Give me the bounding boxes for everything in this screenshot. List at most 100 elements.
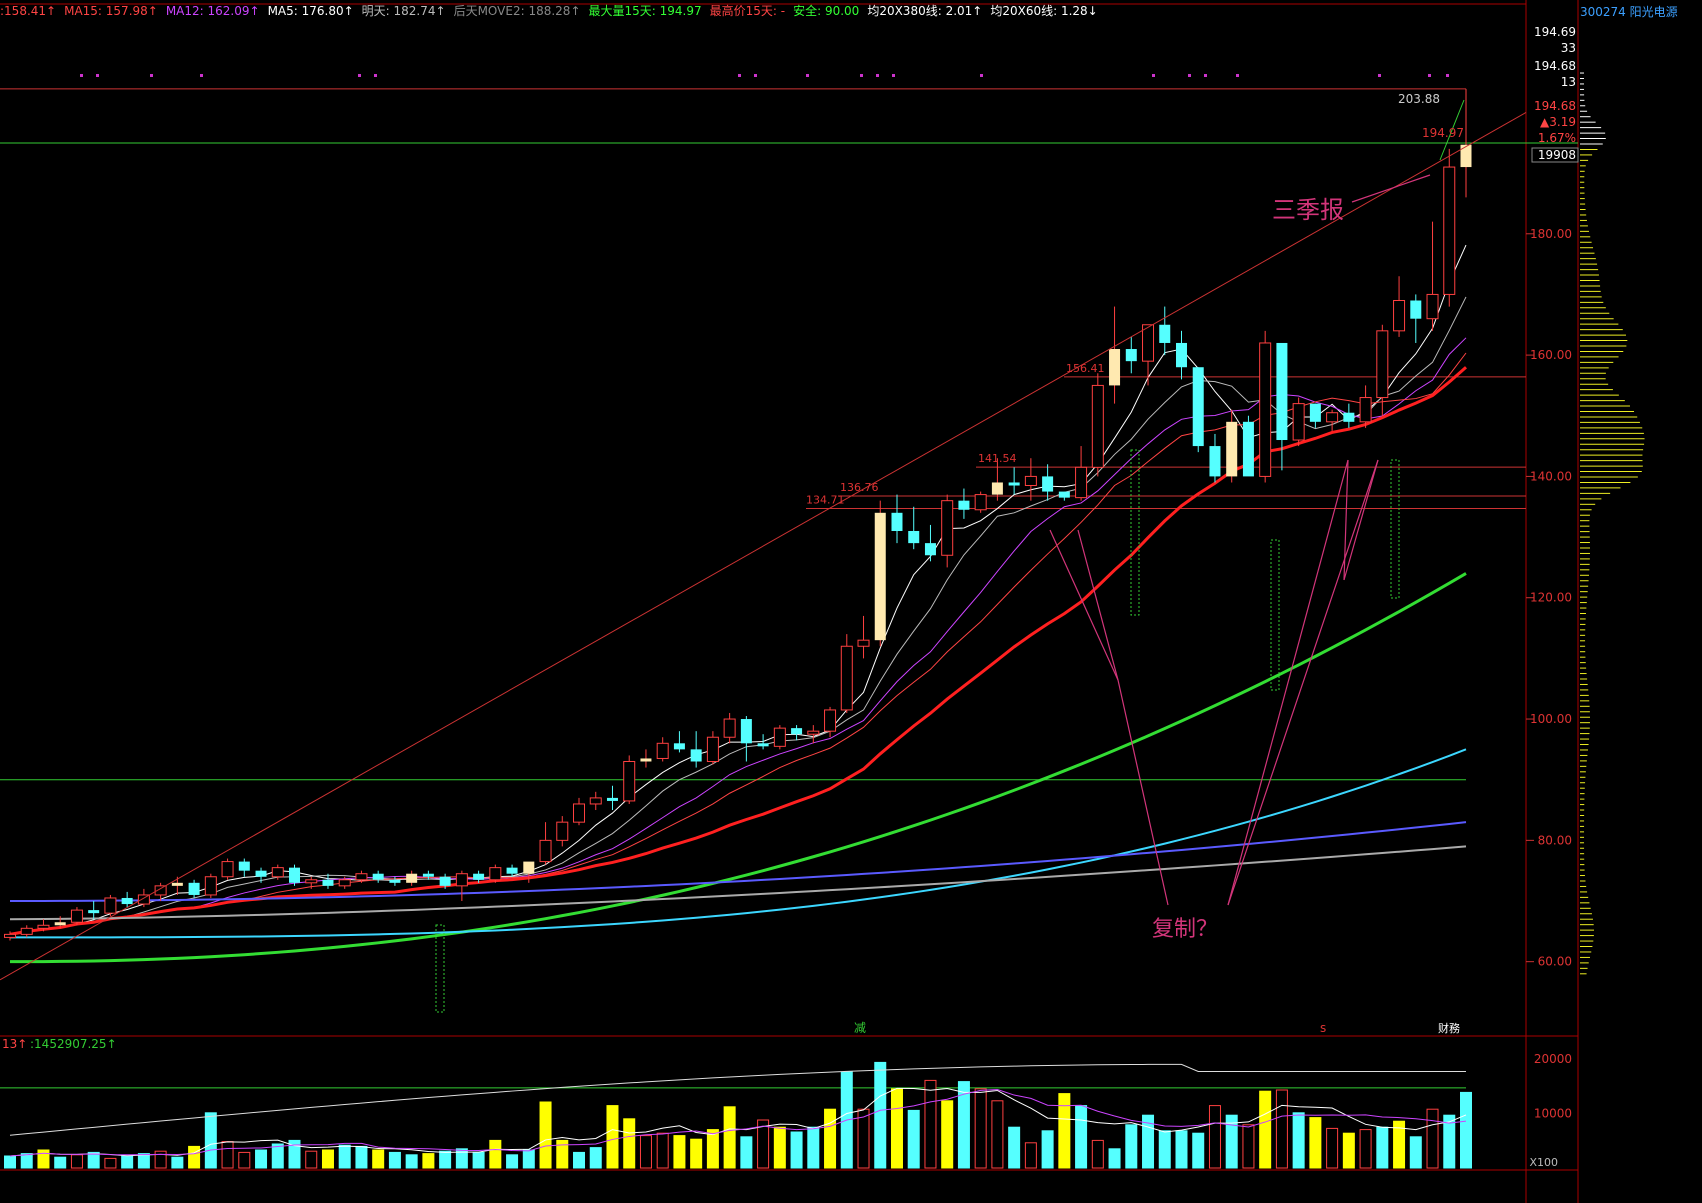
candle [908, 506, 920, 550]
y-tick-label: 180.00 [1530, 227, 1572, 241]
volume-bar [20, 1153, 33, 1169]
volume-bar [1359, 1129, 1372, 1169]
candle-body [422, 873, 434, 877]
volume-bar [623, 1118, 636, 1169]
volume-bar [1242, 1124, 1255, 1169]
candle [573, 797, 586, 826]
volume-bar [1259, 1090, 1272, 1169]
volume-bar [589, 1147, 602, 1169]
candle [706, 731, 719, 765]
candle [958, 488, 970, 519]
level-label: 134.71 [806, 493, 845, 506]
volume-bar [1460, 1091, 1472, 1169]
volume-marker-box [435, 924, 445, 1013]
volume-marker-box [1270, 539, 1280, 691]
candle-body [690, 749, 702, 762]
volume-bar [171, 1156, 184, 1169]
candle [556, 816, 569, 847]
candle-body [338, 879, 351, 887]
volume-bar [522, 1149, 535, 1169]
candle [1109, 306, 1121, 404]
candle [289, 864, 301, 886]
volume-bar [54, 1156, 67, 1169]
volume-bar [773, 1126, 786, 1169]
candle-body [1226, 421, 1238, 477]
candle-body [305, 879, 318, 884]
signal-dot [1204, 74, 1207, 77]
candle-body [1393, 300, 1406, 332]
volume-bar [1208, 1105, 1221, 1169]
y-tick-label: 60.00 [1538, 955, 1572, 969]
marker-jian: 减 [854, 1021, 866, 1035]
candle [1343, 403, 1355, 428]
candle-body [1159, 324, 1171, 343]
volume-bar [355, 1145, 368, 1169]
signal-dot [1428, 74, 1431, 77]
volume-bar [1192, 1132, 1205, 1169]
candle [1209, 433, 1221, 483]
candle-body [840, 645, 853, 711]
candle-body [1242, 421, 1254, 477]
volume-bar [874, 1061, 887, 1169]
stock-name: 300274 阳光电源 [1580, 5, 1678, 19]
candle-body [891, 512, 903, 531]
candle-body [706, 736, 719, 762]
candle-body [1192, 367, 1204, 447]
candle [1276, 342, 1288, 471]
candle [88, 901, 100, 920]
candle [1242, 415, 1254, 477]
candle-body [656, 742, 669, 759]
candle-body [556, 821, 569, 841]
price-change: ▲3.19 [1540, 115, 1576, 129]
candle-body [757, 743, 769, 747]
candle-body [924, 543, 936, 556]
candle-body [740, 719, 752, 744]
candle-body [1091, 384, 1104, 468]
annotation-sanjibao: 三季报 [1272, 196, 1344, 224]
candle-body [723, 718, 736, 738]
candle [1359, 385, 1372, 428]
candle-body [807, 730, 820, 735]
candle-body [204, 876, 217, 896]
candle-body [54, 922, 66, 926]
candle-body [908, 531, 920, 544]
candle [690, 731, 702, 768]
stock-chart[interactable]: 60.00 80.00 100.00 120.00 140.00 160.00 180.00… [0, 0, 1702, 1203]
y-tick-label: 80.00 [1538, 833, 1572, 847]
annotation-arrow [1343, 459, 1349, 581]
candle [539, 822, 552, 865]
candle [1075, 446, 1088, 501]
volume-bar [104, 1157, 117, 1169]
signal-dot [1446, 74, 1449, 77]
candle-body [1410, 300, 1422, 319]
volume-bar [890, 1088, 903, 1169]
candle-body [372, 873, 384, 880]
candle-body [70, 909, 83, 923]
volume-bar [506, 1154, 519, 1169]
volume-bar [70, 1154, 83, 1169]
marker-s: s [1320, 1021, 1326, 1035]
candle-body [1276, 342, 1288, 441]
volume-bar [1292, 1112, 1305, 1169]
candle [1042, 464, 1054, 501]
candle [1309, 403, 1321, 428]
candle [204, 873, 217, 898]
volume-bar [1175, 1130, 1188, 1169]
signal-dot [358, 74, 361, 77]
candle-body [640, 758, 652, 762]
candle-body [974, 494, 987, 511]
volume-bar [974, 1088, 987, 1169]
candle [1159, 306, 1171, 356]
signal-dot [892, 74, 895, 77]
volume-bar [4, 1155, 16, 1169]
candle-body [991, 482, 1003, 495]
candle-body [1460, 144, 1472, 168]
candle-body [255, 870, 267, 877]
signal-dot [80, 74, 83, 77]
volume-bar [489, 1139, 502, 1169]
level-label: 136.76 [840, 481, 879, 494]
volume-bar [121, 1155, 134, 1169]
candle [1393, 276, 1406, 337]
candle-body [857, 639, 870, 647]
volume-bar [790, 1131, 803, 1169]
